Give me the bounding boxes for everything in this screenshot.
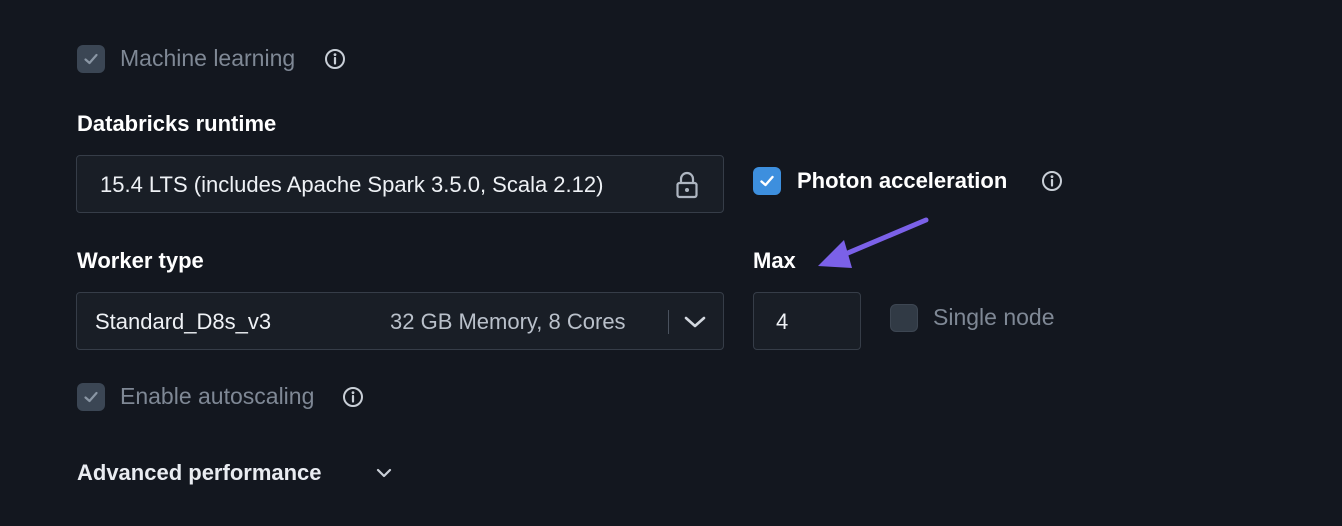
info-icon[interactable] bbox=[324, 48, 346, 70]
info-icon[interactable] bbox=[1041, 170, 1063, 192]
compute-config-panel: Machine learning Databricks runtime 15.4… bbox=[0, 0, 1342, 526]
arrow-icon bbox=[818, 217, 929, 268]
worker-type-select[interactable]: Standard_D8s_v3 32 GB Memory, 8 Cores bbox=[76, 292, 724, 350]
autoscaling-label: Enable autoscaling bbox=[120, 383, 315, 409]
worker-type-heading: Worker type bbox=[77, 248, 204, 273]
info-icon[interactable] bbox=[342, 386, 364, 408]
max-heading: Max bbox=[753, 248, 796, 273]
single-node-checkbox[interactable] bbox=[890, 304, 918, 332]
single-node-label: Single node bbox=[933, 304, 1055, 330]
photon-checkbox[interactable] bbox=[753, 167, 781, 195]
advanced-performance-toggle[interactable]: Advanced performance bbox=[77, 458, 407, 490]
lock-icon bbox=[676, 171, 698, 199]
chevron-down-icon bbox=[376, 468, 392, 478]
worker-type-detail: 32 GB Memory, 8 Cores bbox=[390, 309, 626, 334]
autoscaling-checkbox[interactable] bbox=[77, 383, 105, 411]
chevron-down-icon[interactable] bbox=[683, 312, 707, 332]
max-workers-value: 4 bbox=[776, 309, 789, 334]
check-icon bbox=[760, 175, 774, 187]
machine-learning-checkbox[interactable] bbox=[77, 45, 105, 73]
runtime-field[interactable]: 15.4 LTS (includes Apache Spark 3.5.0, S… bbox=[76, 155, 724, 213]
check-icon bbox=[84, 53, 98, 65]
runtime-value: 15.4 LTS (includes Apache Spark 3.5.0, S… bbox=[100, 172, 604, 197]
runtime-heading: Databricks runtime bbox=[77, 111, 277, 136]
check-icon bbox=[84, 391, 98, 403]
select-divider bbox=[668, 310, 669, 334]
photon-label: Photon acceleration bbox=[797, 168, 1008, 193]
worker-type-value: Standard_D8s_v3 bbox=[95, 309, 272, 334]
max-workers-input[interactable]: 4 bbox=[753, 292, 861, 350]
advanced-performance-label: Advanced performance bbox=[77, 460, 322, 485]
machine-learning-label: Machine learning bbox=[120, 45, 296, 71]
